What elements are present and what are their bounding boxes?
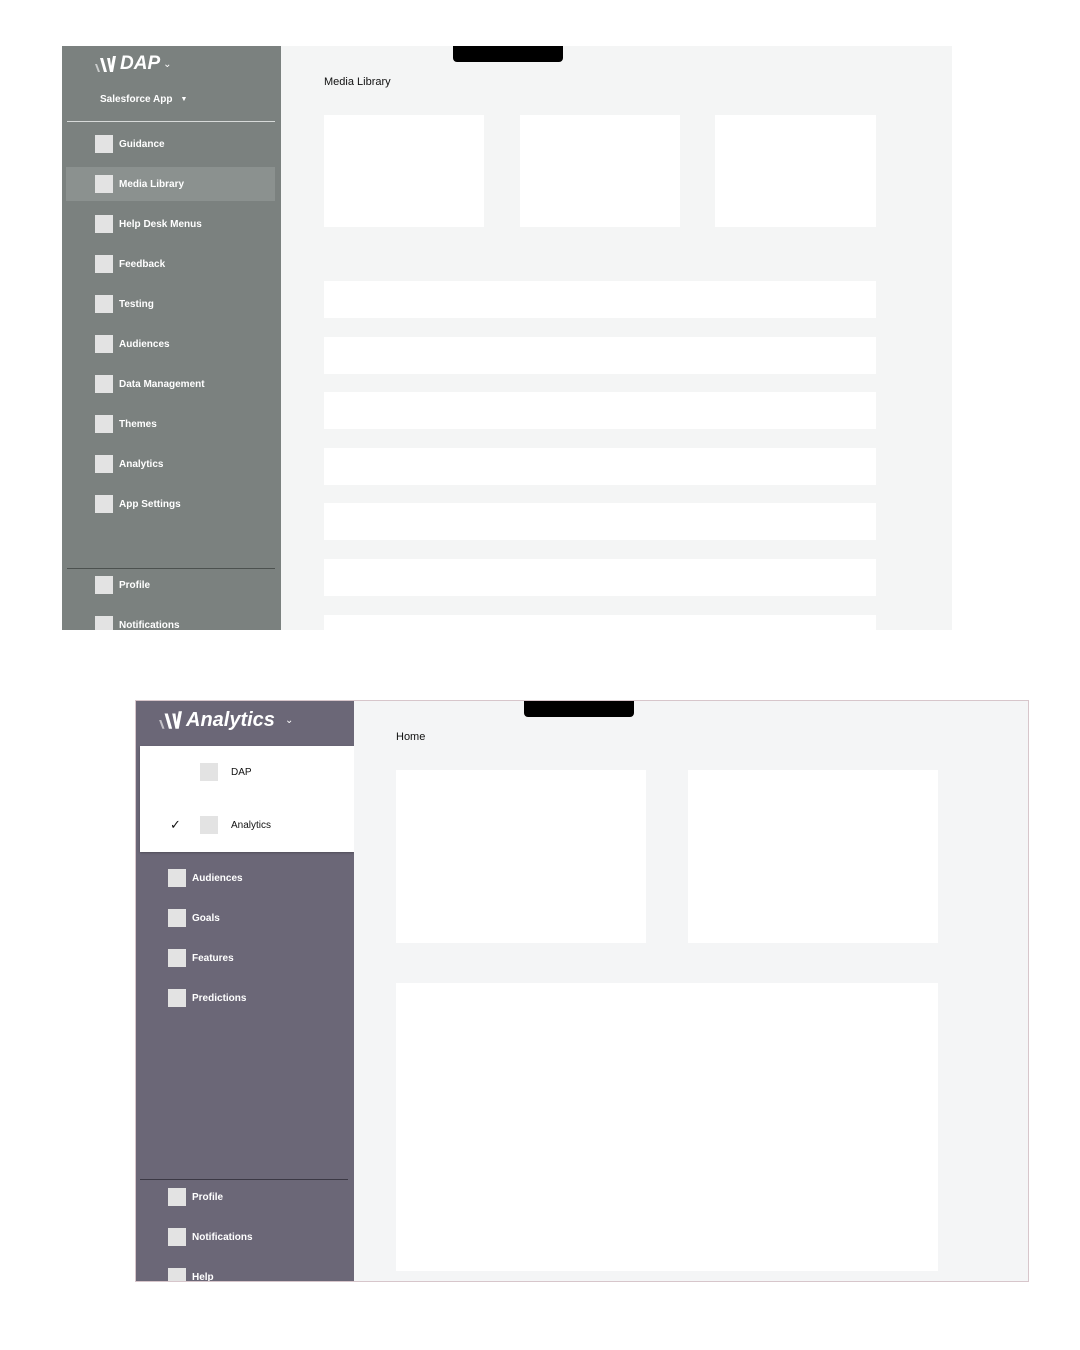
sidebar-item-label: Media Library <box>119 178 185 190</box>
app-settings-icon <box>95 495 113 513</box>
sidebar-item-label: Data Management <box>119 378 205 390</box>
list-item[interactable] <box>324 559 876 596</box>
sidebar-item-media-library[interactable]: Media Library <box>66 167 275 201</box>
sidebar-item-label: Predictions <box>192 992 247 1004</box>
sidebar-item-label: Feedback <box>119 258 166 270</box>
sidebar-item-label: Features <box>192 952 234 964</box>
sidebar-item-notifications[interactable]: Notifications <box>66 608 275 630</box>
switcher-option-label: DAP <box>231 766 252 778</box>
sidebar-item-label: Audiences <box>192 872 243 884</box>
brand-logo-icon <box>159 711 182 729</box>
feedback-icon <box>95 255 113 273</box>
app-selector-label: Salesforce App <box>100 94 173 105</box>
list-item[interactable] <box>324 337 876 374</box>
testing-icon <box>95 295 113 313</box>
media-card[interactable] <box>520 115 680 227</box>
analytics-sidebar: Analytics ⌄ DAP ✓ Analytics Audiences Go… <box>136 701 354 1282</box>
sidebar-item-analytics[interactable]: Analytics <box>66 447 275 481</box>
sidebar-item-label: Notifications <box>119 619 180 631</box>
list-item[interactable] <box>324 503 876 540</box>
media-card[interactable] <box>324 115 484 227</box>
sidebar-item-audiences[interactable]: Audiences <box>66 327 275 361</box>
features-icon <box>168 949 186 967</box>
list-item[interactable] <box>324 448 876 485</box>
sidebar-item-audiences[interactable]: Audiences <box>140 861 354 895</box>
sidebar-item-profile[interactable]: Profile <box>66 568 275 602</box>
sidebar-item-testing[interactable]: Testing <box>66 287 275 321</box>
checkmark-icon: ✓ <box>170 817 181 832</box>
sidebar-item-feedback[interactable]: Feedback <box>66 247 275 281</box>
top-notch-handle[interactable] <box>524 701 634 717</box>
sidebar-item-goals[interactable]: Goals <box>140 901 354 935</box>
sidebar-item-help-desk-menus[interactable]: Help Desk Menus <box>66 207 275 241</box>
audiences-icon <box>95 335 113 353</box>
dashboard-wide-card[interactable] <box>396 983 938 1271</box>
dashboard-card[interactable] <box>396 770 646 943</box>
sidebar-item-label: Themes <box>119 418 157 430</box>
dap-brand-switcher[interactable]: DAP ⌄ <box>94 52 172 76</box>
profile-icon <box>168 1188 186 1206</box>
page-title: Media Library <box>324 76 391 88</box>
help-desk-icon <box>95 215 113 233</box>
analytics-app-frame: Analytics ⌄ DAP ✓ Analytics Audiences Go… <box>135 700 1029 1282</box>
sidebar-item-themes[interactable]: Themes <box>66 407 275 441</box>
media-library-icon <box>95 175 113 193</box>
profile-icon <box>95 576 113 594</box>
sidebar-item-features[interactable]: Features <box>140 941 354 975</box>
chevron-down-icon: ⌄ <box>284 714 294 726</box>
analytics-brand-switcher[interactable]: Analytics ⌄ <box>158 707 293 733</box>
brand-name: DAP <box>120 53 161 74</box>
analytics-app-icon <box>200 816 218 834</box>
switcher-option-label: Analytics <box>231 819 272 831</box>
guidance-icon <box>95 135 113 153</box>
dashboard-card[interactable] <box>688 770 938 943</box>
app-selector[interactable]: Salesforce App ▼ <box>100 94 187 105</box>
sidebar-item-predictions[interactable]: Predictions <box>140 981 354 1015</box>
themes-icon <box>95 415 113 433</box>
dap-app-icon <box>200 763 218 781</box>
analytics-icon <box>95 455 113 473</box>
sidebar-item-label: Notifications <box>192 1231 253 1243</box>
sidebar-item-label: Help <box>192 1271 214 1282</box>
media-card[interactable] <box>715 115 876 227</box>
dap-sidebar: DAP ⌄ Salesforce App ▼ Guidance Media Li… <box>62 46 281 630</box>
sidebar-item-help[interactable]: Help <box>140 1260 354 1282</box>
sidebar-item-app-settings[interactable]: App Settings <box>66 487 275 521</box>
list-item[interactable] <box>324 615 876 630</box>
sidebar-item-label: Help Desk Menus <box>119 218 202 230</box>
list-item[interactable] <box>324 281 876 318</box>
sidebar-item-label: Guidance <box>119 138 165 150</box>
chevron-down-icon: ⌄ <box>163 58 172 70</box>
app-switcher-dropdown: DAP ✓ Analytics <box>140 746 354 852</box>
top-notch-handle[interactable] <box>453 46 563 62</box>
notifications-icon <box>168 1228 186 1246</box>
notifications-icon <box>95 616 113 630</box>
sidebar-item-label: Profile <box>119 579 151 591</box>
caret-down-icon: ▼ <box>180 96 188 103</box>
sidebar-item-guidance[interactable]: Guidance <box>66 127 275 161</box>
switcher-option-analytics[interactable]: ✓ Analytics <box>140 805 354 845</box>
page-title: Home <box>396 731 426 743</box>
audiences-icon <box>168 869 186 887</box>
goals-icon <box>168 909 186 927</box>
sidebar-item-label: Testing <box>119 298 154 310</box>
sidebar-item-label: Profile <box>192 1191 224 1203</box>
sidebar-item-data-management[interactable]: Data Management <box>66 367 275 401</box>
dap-app-frame: DAP ⌄ Salesforce App ▼ Guidance Media Li… <box>62 46 952 630</box>
sidebar-divider <box>67 121 275 122</box>
list-item[interactable] <box>324 392 876 429</box>
sidebar-item-label: Audiences <box>119 338 170 350</box>
sidebar-item-label: Analytics <box>119 458 164 470</box>
sidebar-item-notifications[interactable]: Notifications <box>140 1220 354 1254</box>
sidebar-item-label: Goals <box>192 912 220 924</box>
sidebar-item-label: App Settings <box>119 498 181 510</box>
data-management-icon <box>95 375 113 393</box>
brand-name: Analytics <box>186 708 275 731</box>
sidebar-item-profile[interactable]: Profile <box>140 1180 354 1214</box>
help-icon <box>168 1268 186 1281</box>
switcher-option-dap[interactable]: DAP <box>140 752 354 792</box>
brand-logo-icon <box>95 56 116 72</box>
predictions-icon <box>168 989 186 1007</box>
